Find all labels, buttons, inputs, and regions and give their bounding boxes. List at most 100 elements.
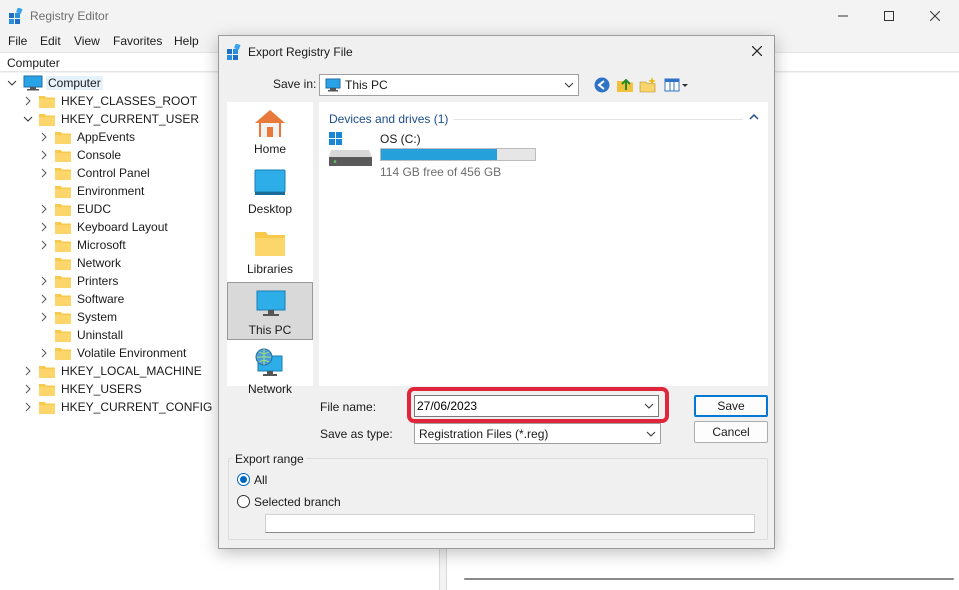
folder-icon — [55, 203, 71, 216]
chevron-right-icon[interactable] — [39, 132, 49, 142]
tree-label: HKEY_LOCAL_MACHINE — [61, 364, 202, 378]
network-icon — [255, 348, 283, 376]
tree-label: Volatile Environment — [77, 346, 187, 360]
radio-all-label[interactable]: All — [254, 473, 267, 487]
folder-icon — [55, 293, 71, 306]
new-folder-icon[interactable] — [639, 76, 657, 94]
radio-selected-branch-label[interactable]: Selected branch — [254, 495, 341, 509]
drive-icon — [329, 132, 372, 166]
group-header[interactable]: Devices and drives (1) — [329, 112, 448, 126]
chevron-right-icon[interactable] — [39, 276, 49, 286]
tree-label: Computer — [46, 76, 103, 90]
tree-item-software[interactable]: Software — [39, 290, 124, 308]
tree-label: Uninstall — [77, 328, 124, 342]
chevron-right-icon[interactable] — [23, 384, 33, 394]
folder-icon — [39, 401, 55, 414]
place-libraries[interactable]: Libraries — [227, 222, 313, 280]
tree-label: HKEY_CLASSES_ROOT — [61, 94, 198, 108]
place-label: Libraries — [246, 262, 294, 276]
place-label: Desktop — [247, 202, 293, 216]
tree-item-eudc[interactable]: EUDC — [39, 200, 111, 218]
menu-view[interactable]: View — [74, 34, 100, 48]
save-button[interactable]: Save — [694, 395, 768, 417]
place-this-pc[interactable]: This PC — [227, 282, 313, 340]
chevron-right-icon[interactable] — [39, 204, 49, 214]
save-in-label: Save in: — [273, 77, 317, 91]
view-menu-icon[interactable] — [664, 76, 690, 94]
menu-favorites[interactable]: Favorites — [113, 34, 162, 48]
minimize-button[interactable] — [820, 0, 866, 32]
folder-icon — [55, 329, 71, 342]
cancel-button[interactable]: Cancel — [694, 421, 768, 443]
save-as-type-dropdown[interactable]: Registration Files (*.reg) — [414, 423, 661, 444]
close-window-button[interactable] — [912, 0, 958, 32]
folder-icon — [55, 257, 71, 270]
tree-label: HKEY_USERS — [61, 382, 142, 396]
home-icon — [255, 110, 285, 137]
tree-item-computer[interactable]: Computer — [7, 74, 103, 92]
folder-icon — [55, 131, 71, 144]
group-divider — [453, 119, 743, 120]
selected-branch-input[interactable] — [265, 514, 755, 533]
place-home[interactable]: Home — [227, 102, 313, 160]
folder-icon — [39, 113, 55, 126]
chevron-right-icon[interactable] — [23, 96, 33, 106]
menu-edit[interactable]: Edit — [40, 34, 61, 48]
chevron-right-icon[interactable] — [39, 150, 49, 160]
tree-item-keyboard-layout[interactable]: Keyboard Layout — [39, 218, 168, 236]
folder-icon — [55, 239, 71, 252]
tree-label: System — [77, 310, 118, 324]
tree-item-network[interactable]: Network — [55, 254, 121, 272]
chevron-right-icon[interactable] — [39, 294, 49, 304]
drive-free-space: 114 GB free of 456 GB — [380, 165, 502, 179]
radio-selected-branch[interactable] — [237, 495, 250, 508]
horizontal-scrollbar[interactable] — [464, 578, 954, 580]
chevron-right-icon[interactable] — [39, 312, 49, 322]
chevron-up-icon[interactable] — [749, 112, 759, 122]
place-label: This PC — [248, 323, 292, 337]
address-text: Computer — [7, 56, 60, 70]
save-in-dropdown[interactable]: This PC — [319, 74, 579, 96]
chevron-right-icon[interactable] — [23, 366, 33, 376]
maximize-icon — [884, 11, 894, 21]
tree-item-system[interactable]: System — [39, 308, 117, 326]
tree-item-hkey-local-machine[interactable]: HKEY_LOCAL_MACHINE — [23, 362, 202, 380]
tree-item-uninstall[interactable]: Uninstall — [55, 326, 123, 344]
folder-icon — [39, 95, 55, 108]
chevron-right-icon[interactable] — [39, 348, 49, 358]
chevron-down-icon — [646, 431, 656, 437]
chevron-right-icon[interactable] — [39, 168, 49, 178]
dialog-close-button[interactable] — [748, 42, 766, 60]
place-network[interactable]: Network — [227, 342, 313, 400]
close-icon — [930, 11, 940, 21]
tree-item-appevents[interactable]: AppEvents — [39, 128, 135, 146]
computer-icon — [23, 75, 43, 91]
save-as-type-value: Registration Files (*.reg) — [419, 427, 549, 441]
tree-item-console[interactable]: Console — [39, 146, 121, 164]
tree-label: Network — [77, 256, 122, 270]
chevron-down-icon[interactable] — [23, 114, 33, 124]
tree-item-hkey-users[interactable]: HKEY_USERS — [23, 380, 142, 398]
chevron-right-icon[interactable] — [39, 240, 49, 250]
tree-item-environment[interactable]: Environment — [55, 182, 144, 200]
tree-item-printers[interactable]: Printers — [39, 272, 118, 290]
tree-item-hkey-current-config[interactable]: HKEY_CURRENT_CONFIG — [23, 398, 212, 416]
up-one-level-icon[interactable] — [616, 76, 634, 94]
chevron-down-icon[interactable] — [7, 78, 17, 88]
tree-item-volatile-environment[interactable]: Volatile Environment — [39, 344, 186, 362]
tree-item-hkey-classes-root[interactable]: HKEY_CLASSES_ROOT — [23, 92, 197, 110]
maximize-button[interactable] — [866, 0, 912, 32]
menu-file[interactable]: File — [8, 34, 27, 48]
tree-item-hkey-current-user[interactable]: HKEY_CURRENT_USER — [23, 110, 199, 128]
place-desktop[interactable]: Desktop — [227, 162, 313, 220]
tree-item-control-panel[interactable]: Control Panel — [39, 164, 150, 182]
tree-label: Printers — [77, 274, 119, 288]
tree-item-microsoft[interactable]: Microsoft — [39, 236, 126, 254]
chevron-down-icon — [564, 82, 574, 88]
folder-icon — [39, 383, 55, 396]
back-icon[interactable] — [593, 76, 611, 94]
radio-all[interactable] — [237, 473, 250, 486]
menu-help[interactable]: Help — [174, 34, 199, 48]
chevron-right-icon[interactable] — [39, 222, 49, 232]
chevron-right-icon[interactable] — [23, 402, 33, 412]
